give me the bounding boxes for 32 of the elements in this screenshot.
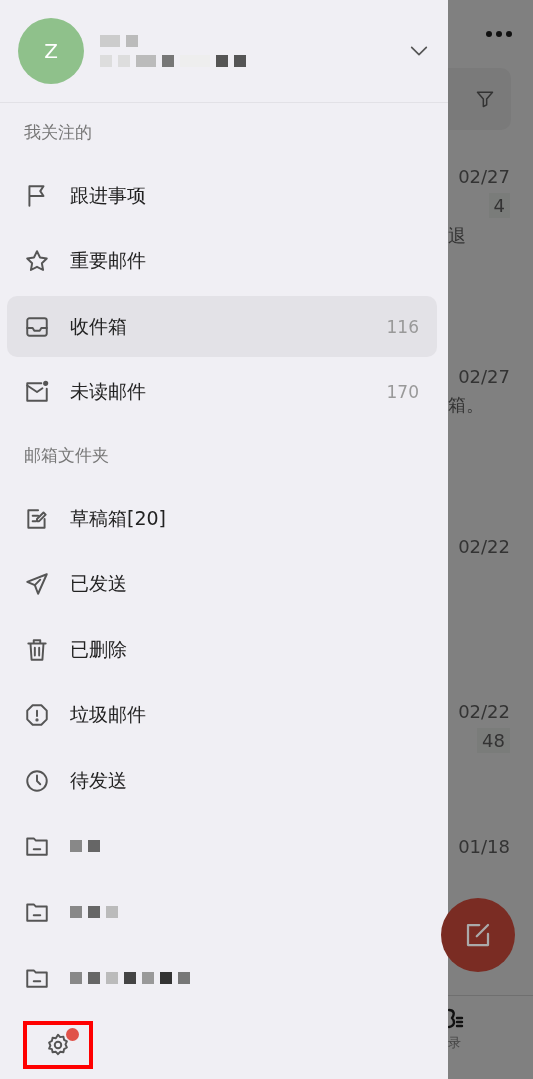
menu-item[interactable]: 收件箱 116 [7,296,437,357]
thread-count: 4 [488,193,510,218]
mail-snippet: 退 [448,224,466,248]
paper-plane-icon [24,571,50,598]
thread-count: 48 [477,728,510,753]
filter-icon[interactable] [474,89,495,109]
contacts-icon[interactable] [448,1008,464,1030]
menu-item[interactable]: 跟进事项 [7,165,437,226]
clock-icon [24,767,50,794]
menu-item[interactable]: 已删除 [7,619,437,680]
mail-date: 02/27 [458,166,510,187]
mail-date: 02/27 [458,366,510,387]
menu-item[interactable]: 待发送 [7,750,437,812]
more-icon[interactable] [485,30,513,38]
mail-date: 02/22 [458,536,510,557]
settings-button[interactable] [23,1020,93,1069]
tab-label: 录 [448,1034,461,1052]
count: 170 [386,382,419,403]
menu-item[interactable]: 草稿箱[20] [7,488,437,549]
trash-icon [24,636,50,663]
settings-icon [45,1031,71,1058]
menu-item[interactable]: 已发送 [7,553,437,615]
warning-icon [24,702,50,729]
mail-date: 01/18 [458,836,510,857]
section-title: 邮箱文件夹 [23,444,110,468]
menu-item[interactable]: 重要邮件 [7,230,437,292]
mail-snippet: 箱。 [448,393,484,417]
menu-item[interactable]: 未读邮件 170 [7,362,437,423]
section-title: 我关注的 [23,121,93,145]
menu-item[interactable]: 垃圾邮件 [7,685,437,746]
count: 116 [386,316,419,337]
mail-date: 02/22 [458,701,510,722]
